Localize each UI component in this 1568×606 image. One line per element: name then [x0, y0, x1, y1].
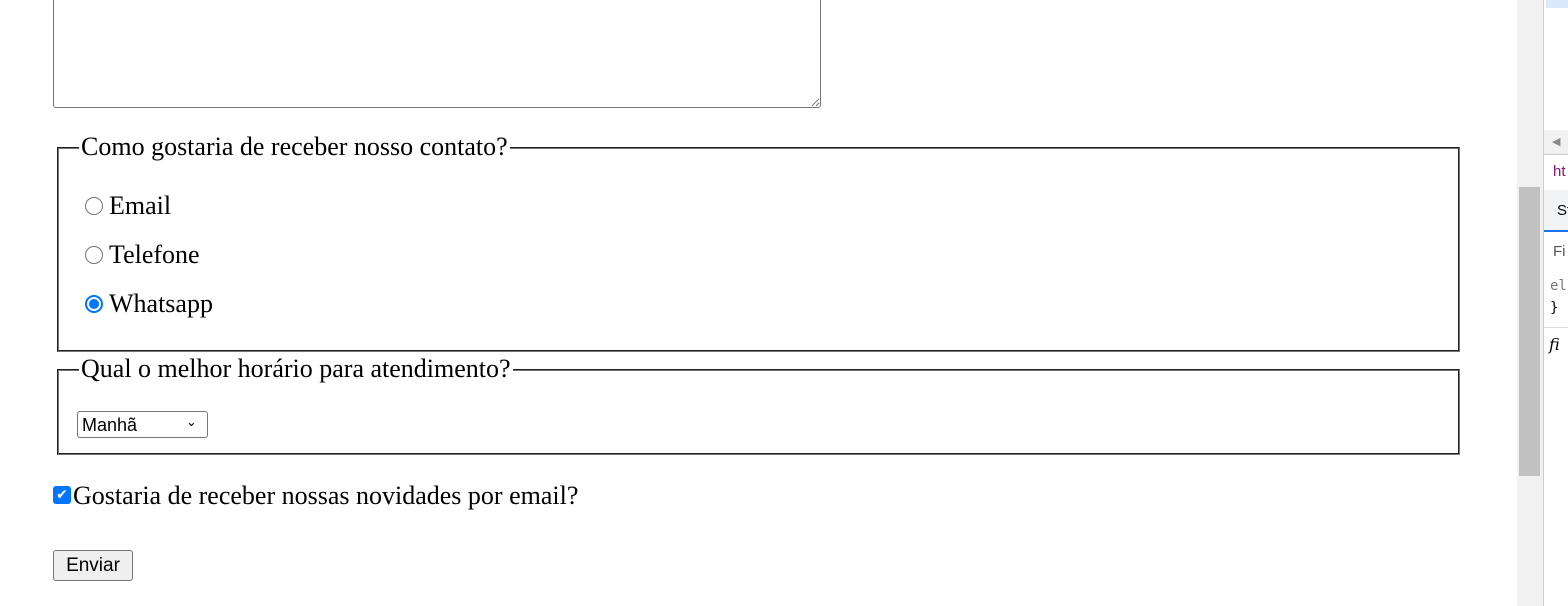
tab-styles[interactable]: St: [1544, 190, 1568, 232]
function-icon: fi: [1549, 335, 1560, 354]
style-brace: }: [1544, 300, 1568, 328]
schedule-select[interactable]: Manhã: [77, 411, 208, 438]
schedule-legend: Qual o melhor horário para atendimento?: [79, 354, 513, 384]
schedule-fieldset: Qual o melhor horário para atendimento? …: [57, 354, 1460, 455]
newsletter-label: Gostaria de receber nossas novidades por…: [73, 481, 579, 510]
submit-button[interactable]: Enviar: [53, 550, 133, 581]
message-textarea[interactable]: [53, 0, 821, 108]
devtools-selected-row: [1546, 0, 1568, 8]
radio-whatsapp[interactable]: Whatsapp: [85, 289, 213, 319]
scroll-left-icon[interactable]: ◀: [1544, 130, 1568, 155]
radio-label: Whatsapp: [109, 289, 213, 318]
devtools-panel: ◀ ht St Fi el } fi: [1543, 0, 1568, 606]
radio-label: Email: [109, 191, 172, 220]
radio-button[interactable]: [85, 246, 103, 264]
radio-button[interactable]: [85, 295, 103, 313]
newsletter-checkbox[interactable]: ✔: [53, 486, 71, 504]
scrollbar-thumb[interactable]: [1519, 187, 1540, 476]
filter-input[interactable]: Fi: [1544, 240, 1568, 268]
contact-fieldset: Como gostaria de receber nosso contato? …: [57, 132, 1460, 352]
breadcrumb-url[interactable]: ht: [1544, 160, 1568, 188]
contact-legend: Como gostaria de receber nosso contato?: [79, 132, 510, 162]
style-selector: el: [1550, 278, 1567, 294]
radio-label: Telefone: [109, 240, 200, 269]
radio-email[interactable]: Email: [85, 191, 171, 221]
radio-telefone[interactable]: Telefone: [85, 240, 200, 270]
radio-button[interactable]: [85, 197, 103, 215]
